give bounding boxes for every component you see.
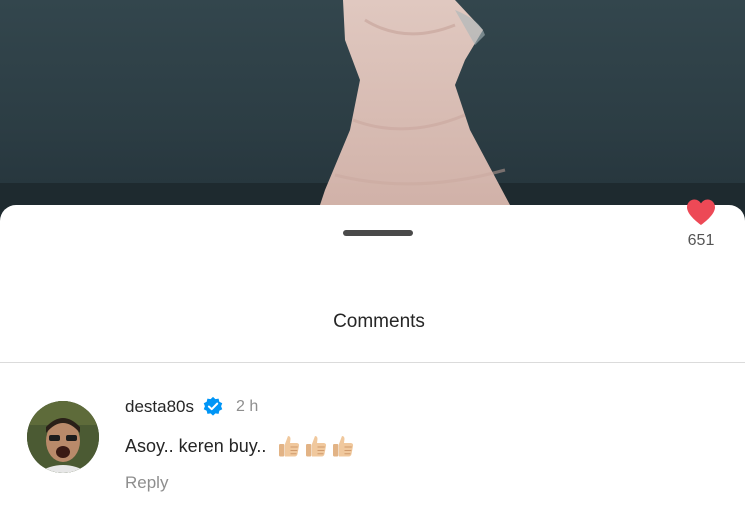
comment-timestamp: 2 h xyxy=(236,398,259,415)
comment-username[interactable]: desta80s xyxy=(125,397,194,417)
avatar-image xyxy=(27,401,99,473)
person-in-dress-image xyxy=(315,0,525,220)
comment-body: Asoy.. keren buy.. xyxy=(125,433,356,459)
comment-item: desta80s 2 h Asoy.. keren buy.. Reply xyxy=(0,363,745,493)
thumbs-up-emoji xyxy=(333,436,354,457)
like-count: 651 xyxy=(687,232,715,249)
drag-handle[interactable] xyxy=(343,230,413,236)
emoji-group xyxy=(276,433,356,459)
thumbs-up-emoji xyxy=(279,436,300,457)
heart-icon[interactable] xyxy=(685,198,717,226)
reply-button[interactable]: Reply xyxy=(125,473,168,493)
post-media-backdrop xyxy=(0,0,745,230)
comments-sheet: Comments desta80s 2 h Asoy.. keren buy..… xyxy=(0,205,745,505)
thumbs-up-emoji xyxy=(306,436,327,457)
avatar[interactable] xyxy=(27,401,99,473)
comment-header: desta80s 2 h xyxy=(125,396,258,418)
sheet-title: Comments xyxy=(333,311,425,332)
comment-text: Asoy.. keren buy.. xyxy=(125,435,267,456)
verified-badge-icon xyxy=(203,396,223,416)
